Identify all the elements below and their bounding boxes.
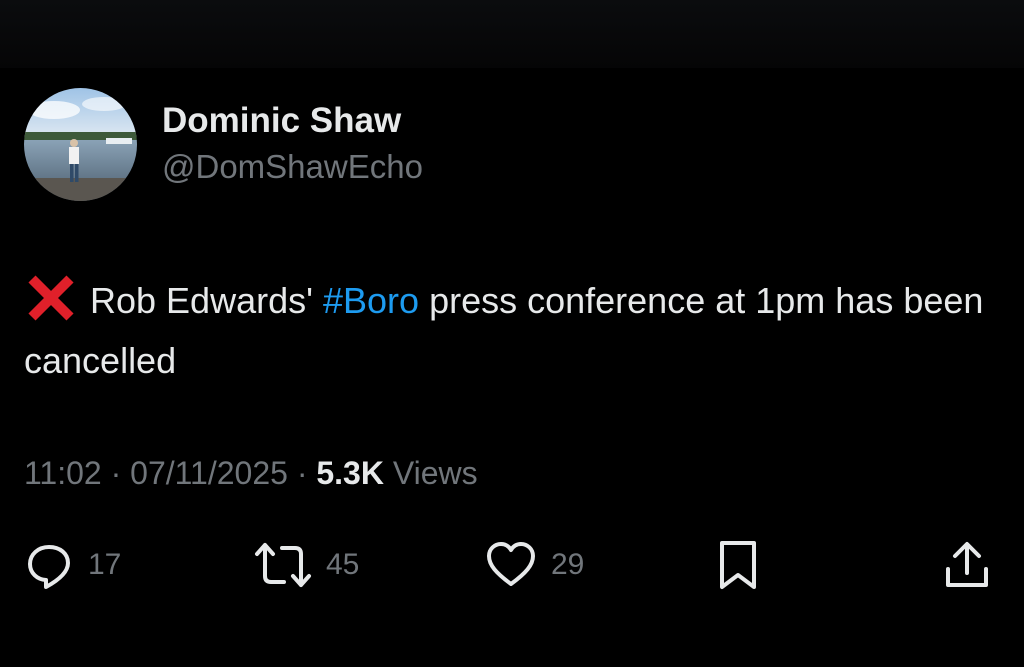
reply-button[interactable]: 17	[24, 538, 121, 592]
tweet-meta: 11:02 · 07/11/2025 · 5.3K Views	[24, 455, 478, 492]
repost-button[interactable]: 45	[254, 538, 359, 592]
bookmark-icon	[718, 539, 758, 591]
views-count: 5.3K	[316, 455, 384, 491]
avatar[interactable]	[24, 88, 137, 201]
share-button[interactable]	[942, 538, 992, 592]
cross-mark-icon	[24, 271, 78, 325]
meta-separator: ·	[287, 455, 317, 491]
tweet-time[interactable]: 11:02	[24, 455, 102, 491]
author-handle[interactable]: @DomShawEcho	[162, 148, 423, 186]
tweet-text: Rob Edwards' #Boro press conference at 1…	[24, 271, 1009, 391]
tweet-date[interactable]: 07/11/2025	[130, 455, 288, 491]
like-count: 29	[551, 548, 585, 581]
meta-separator: ·	[101, 455, 131, 491]
share-icon	[942, 539, 992, 591]
bookmark-button[interactable]	[718, 538, 758, 592]
repost-icon	[254, 540, 312, 590]
views-label: Views	[392, 455, 478, 491]
tweet-text-before: Rob Edwards'	[90, 280, 323, 321]
top-bar	[0, 0, 1024, 68]
hashtag-link[interactable]: #Boro	[323, 280, 419, 321]
author-display-name[interactable]: Dominic Shaw	[162, 101, 401, 141]
reply-count: 17	[88, 548, 122, 581]
heart-icon	[485, 540, 537, 590]
avatar-photo	[24, 88, 137, 201]
like-button[interactable]: 29	[485, 538, 584, 592]
reply-icon	[24, 540, 74, 590]
repost-count: 45	[326, 548, 360, 581]
